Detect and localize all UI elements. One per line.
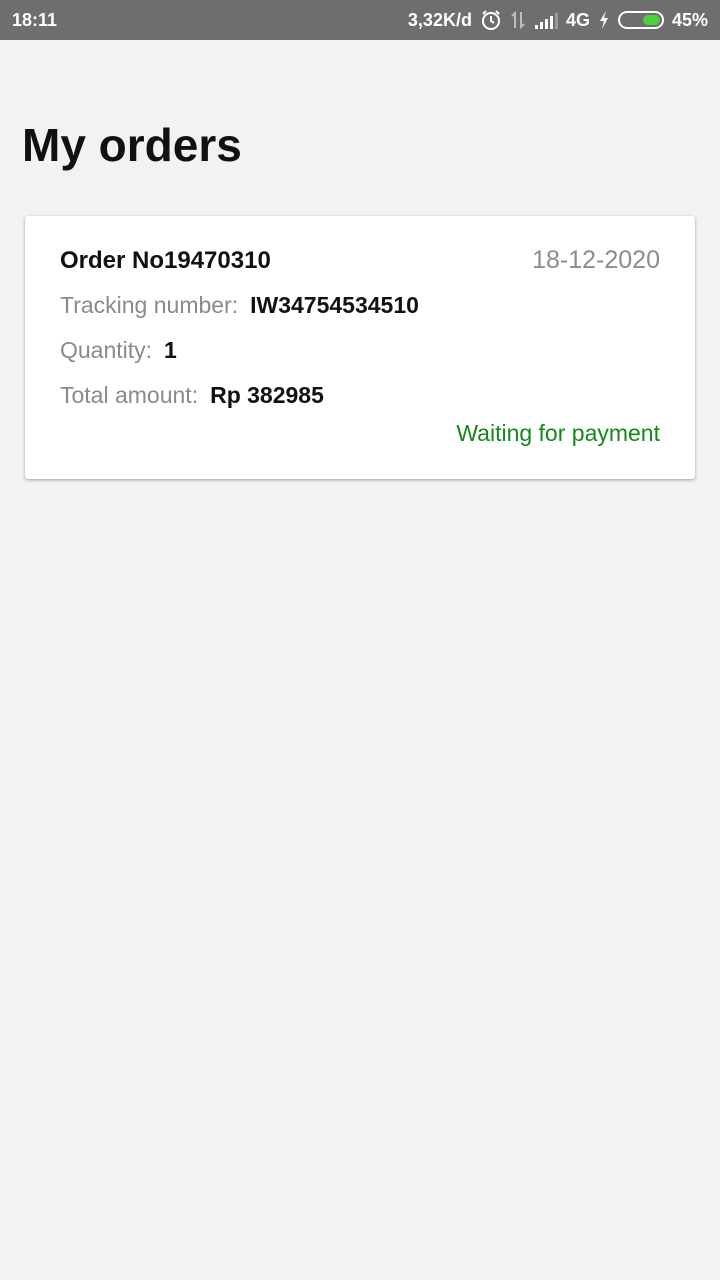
tracking-row: Tracking number: IW34754534510 <box>60 292 660 319</box>
status-bar: 18:11 3,32K/d 4G 45% <box>0 0 720 40</box>
total-label: Total amount: <box>60 382 199 408</box>
charging-icon <box>598 10 610 30</box>
battery-percent: 45% <box>671 9 708 30</box>
tracking-label: Tracking number: <box>60 292 239 318</box>
total-value: Rp 382985 <box>210 382 324 408</box>
net-speed: 3,32K/d <box>407 9 472 30</box>
status-row: Waiting for payment <box>60 420 660 447</box>
total-row: Total amount: Rp 382985 <box>60 382 660 409</box>
battery-icon <box>617 11 664 29</box>
order-date: 18-12-2020 <box>532 246 660 274</box>
order-status: Waiting for payment <box>456 420 660 446</box>
tracking-value: IW34754534510 <box>250 292 419 318</box>
alarm-icon <box>480 9 502 31</box>
signal-icon <box>534 11 558 29</box>
network-type: 4G <box>565 9 590 30</box>
page-title: My orders <box>22 119 242 171</box>
quantity-row: Quantity: 1 <box>60 337 660 364</box>
quantity-label: Quantity: <box>60 337 153 363</box>
order-number: Order No19470310 <box>60 247 271 274</box>
data-arrows-icon <box>510 10 526 30</box>
order-card[interactable]: Order No19470310 18-12-2020 Tracking num… <box>25 216 695 479</box>
status-time: 18:11 <box>12 9 58 30</box>
status-right: 3,32K/d 4G 45% <box>408 9 708 31</box>
order-header: Order No19470310 18-12-2020 <box>60 246 660 275</box>
quantity-value: 1 <box>164 337 177 363</box>
